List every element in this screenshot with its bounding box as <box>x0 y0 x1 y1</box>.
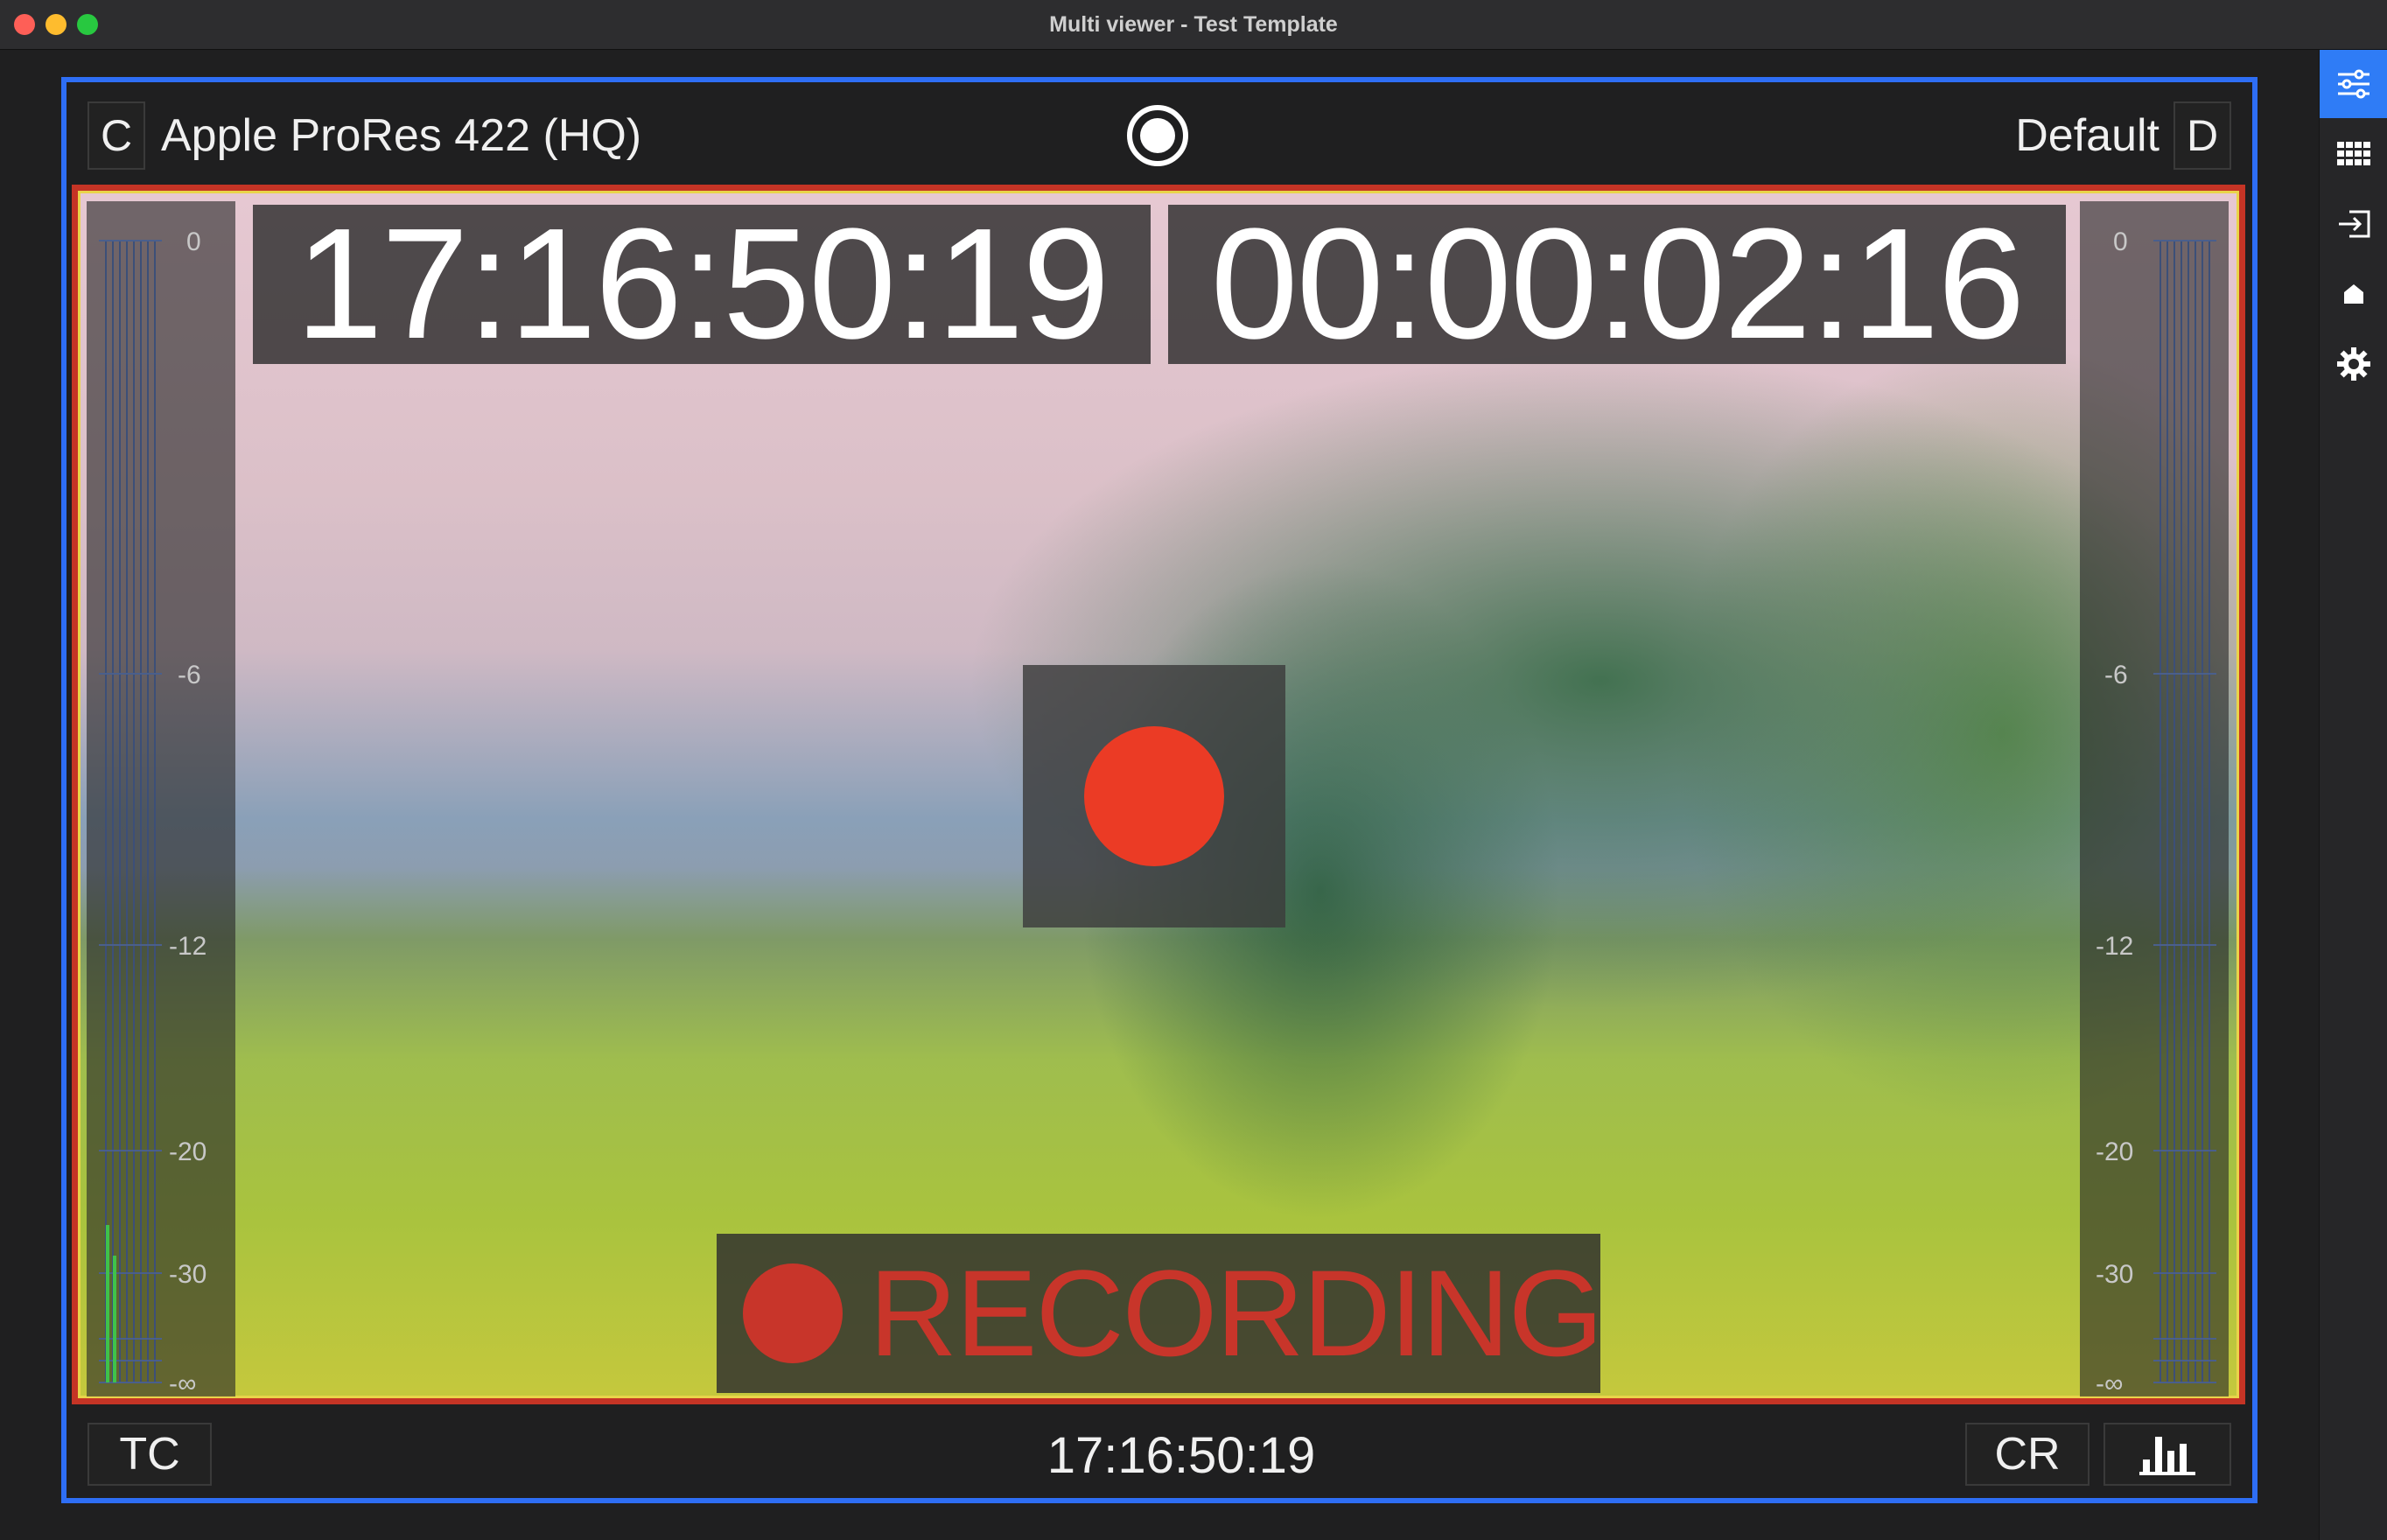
meter-right-scale: 0 -6 -12 -20 -30 -∞ <box>2096 228 2216 1396</box>
audio-meter-left: 0 -6 -12 -20 -30 -∞ <box>87 201 235 1396</box>
meter-left-tick-12: -12 <box>169 932 206 961</box>
meter-right-tick-0: 0 <box>2113 228 2128 256</box>
audio-meter-right: 0 -6 -12 -20 -30 -∞ <box>2080 201 2229 1396</box>
cr-button[interactable]: CR <box>1965 1423 2090 1486</box>
meter-right-tick-20: -20 <box>2096 1138 2133 1166</box>
recording-dot-icon <box>743 1264 843 1363</box>
timecode-readout: 17:16:50:19 <box>1046 1427 1316 1484</box>
input-icon <box>2339 210 2370 238</box>
title-bar: Multi viewer - Test Template <box>0 0 2387 50</box>
meter-right-tick-30: -30 <box>2096 1260 2133 1289</box>
sidebar-settings-button[interactable] <box>2320 330 2387 398</box>
bar-chart-icon <box>2139 1437 2195 1475</box>
record-toggle-button[interactable] <box>1023 665 1285 928</box>
record-status-icon[interactable] <box>1125 103 1190 168</box>
meter-left-tick-6: -6 <box>178 661 201 690</box>
right-sidebar <box>2319 50 2387 1540</box>
home-icon <box>2344 284 2363 304</box>
sidebar-input-button[interactable] <box>2320 190 2387 258</box>
video-preview: 0 -6 -12 -20 -30 -∞ 0 -6 -12 -20 -30 -∞ … <box>72 185 2245 1404</box>
meter-left-tick-0: 0 <box>186 228 201 256</box>
meter-right-tick-inf: -∞ <box>2096 1369 2123 1396</box>
left-tag-button[interactable]: C <box>88 102 145 170</box>
right-tag-button[interactable]: D <box>2174 102 2231 170</box>
window-title: Multi viewer - Test Template <box>1049 12 1338 37</box>
meter-left-tick-30: -30 <box>169 1260 206 1289</box>
tc-button[interactable]: TC <box>88 1423 212 1486</box>
record-dot-icon <box>1084 726 1224 866</box>
meter-right-tick-6: -6 <box>2104 661 2128 690</box>
codec-label: Apple ProRes 422 (HQ) <box>161 110 642 161</box>
recording-banner: RECORDING <box>717 1234 1604 1393</box>
recording-label: RECORDING <box>869 1244 1604 1382</box>
viewer-bottom-bar: TC 17:16:50:19 CR <box>88 1423 2231 1488</box>
sidebar-grid-button[interactable] <box>2320 120 2387 188</box>
timecode-primary: 17:16:50:19 <box>253 205 1151 364</box>
meter-left-scale: 0 -6 -12 -20 -30 -∞ <box>99 228 206 1396</box>
gear-icon <box>2337 347 2370 381</box>
viewer-top-bar: C Apple ProRes 422 (HQ) Default D <box>88 102 2231 172</box>
sliders-icon <box>2338 69 2370 99</box>
sidebar-home-button[interactable] <box>2320 260 2387 328</box>
grid-icon <box>2337 142 2370 165</box>
audio-levels-button[interactable] <box>2104 1423 2231 1486</box>
meter-left-tick-inf: -∞ <box>169 1369 196 1396</box>
template-label: Default <box>2015 110 2160 161</box>
sidebar-sliders-button[interactable] <box>2320 50 2387 118</box>
meter-right-tick-12: -12 <box>2096 932 2133 961</box>
timecode-secondary: 00:00:02:16 <box>1168 205 2066 364</box>
meter-left-tick-20: -20 <box>169 1138 206 1166</box>
